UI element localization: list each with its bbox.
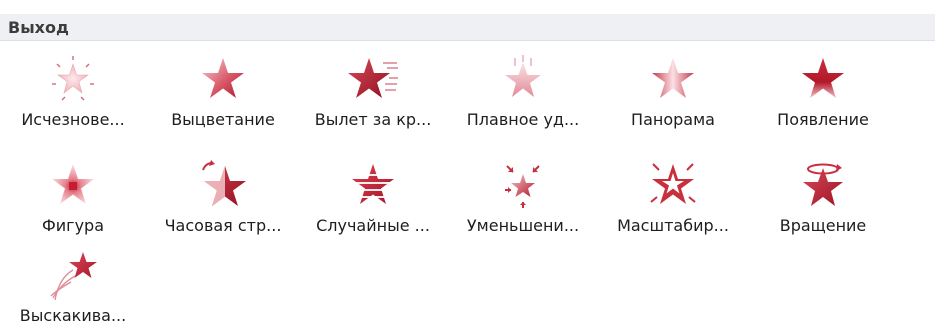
fly-out-star-icon <box>347 54 399 106</box>
effect-label: Панорама <box>631 110 715 129</box>
effect-item-float-out[interactable]: Плавное уд... <box>448 50 598 140</box>
wipe-star-icon <box>797 54 849 106</box>
effect-item-shape[interactable]: Фигура <box>0 156 148 246</box>
effect-item-random-bars[interactable]: Случайные ... <box>298 156 448 246</box>
effect-item-wheel[interactable]: Часовая стр... <box>148 156 298 246</box>
effect-item-bounce[interactable]: Выскакива... <box>0 246 148 336</box>
random-bars-star-icon <box>347 160 399 212</box>
wheel-star-icon <box>197 160 249 212</box>
effect-item-fade[interactable]: Исчезнове... <box>0 50 148 140</box>
effect-item-wipe[interactable]: Появление <box>748 50 898 140</box>
effect-label: Случайные ... <box>316 216 430 235</box>
effect-label: Вращение <box>779 216 867 235</box>
fade-out-star-icon <box>197 54 249 106</box>
effect-label: Вылет за кр... <box>314 110 432 129</box>
split-star-icon <box>647 54 699 106</box>
effect-label: Масштабир... <box>617 216 729 235</box>
effect-item-split[interactable]: Панорама <box>598 50 748 140</box>
effect-label: Появление <box>777 110 869 129</box>
section-header: Выход <box>0 14 935 41</box>
effect-label: Фигура <box>41 216 104 235</box>
section-title: Выход <box>8 18 69 37</box>
zoom-star-icon <box>647 160 699 212</box>
effect-item-shrink-turn[interactable]: Уменьшени... <box>448 156 598 246</box>
swivel-star-icon <box>797 160 849 212</box>
shape-star-icon <box>47 160 99 212</box>
effect-label: Часовая стр... <box>164 216 282 235</box>
effect-label: Выскакива... <box>19 306 127 325</box>
effect-label: Уменьшени... <box>466 216 580 235</box>
effect-label: Исчезнове... <box>21 110 125 129</box>
shrink-turn-star-icon <box>497 160 549 212</box>
bounce-star-icon <box>47 250 99 302</box>
effect-label: Выцветание <box>171 110 275 129</box>
float-out-star-icon <box>497 54 549 106</box>
effect-item-fade-out[interactable]: Выцветание <box>148 50 298 140</box>
fade-star-icon <box>47 54 99 106</box>
effect-item-swivel[interactable]: Вращение <box>748 156 898 246</box>
effect-item-zoom[interactable]: Масштабир... <box>598 156 748 246</box>
effect-label: Плавное уд... <box>466 110 580 129</box>
effect-item-fly-out[interactable]: Вылет за кр... <box>298 50 448 140</box>
